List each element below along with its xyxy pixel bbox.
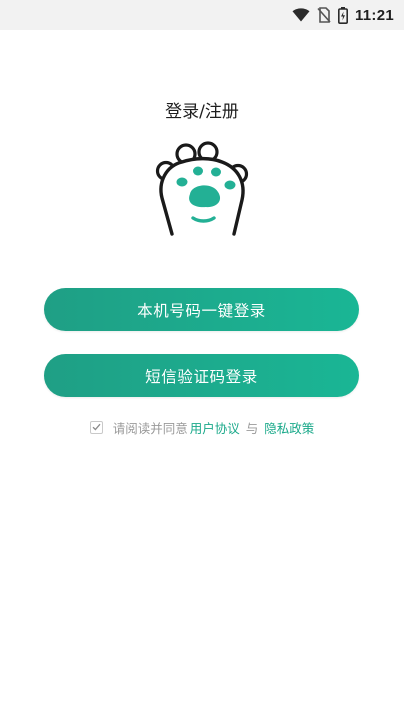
no-sim-icon <box>317 7 331 23</box>
status-time: 11:21 <box>354 6 394 24</box>
agreement-row: 请阅读并同意 用户协议 与 隐私政策 <box>0 418 404 436</box>
status-icons: 11:21 <box>292 5 394 25</box>
wifi-icon <box>292 8 310 22</box>
sms-login-label: 短信验证码登录 <box>145 367 258 386</box>
battery-icon <box>337 6 348 24</box>
user-agreement-link[interactable]: 用户协议 <box>190 418 240 437</box>
check-icon <box>92 423 101 431</box>
sms-login-button[interactable]: 短信验证码登录 <box>44 354 359 397</box>
agreement-connector: 与 <box>245 420 259 436</box>
one-click-login-button[interactable]: 本机号码一键登录 <box>44 288 359 331</box>
privacy-policy-link[interactable]: 隐私政策 <box>264 418 314 437</box>
agreement-prefix: 请阅读并同意 <box>112 420 188 436</box>
status-bar: 11:21 <box>0 0 404 30</box>
page-title: 登录/注册 <box>165 102 239 122</box>
one-click-login-label: 本机号码一键登录 <box>137 301 266 320</box>
cat-paw-icon <box>155 141 249 236</box>
agreement-checkbox[interactable] <box>89 420 103 434</box>
